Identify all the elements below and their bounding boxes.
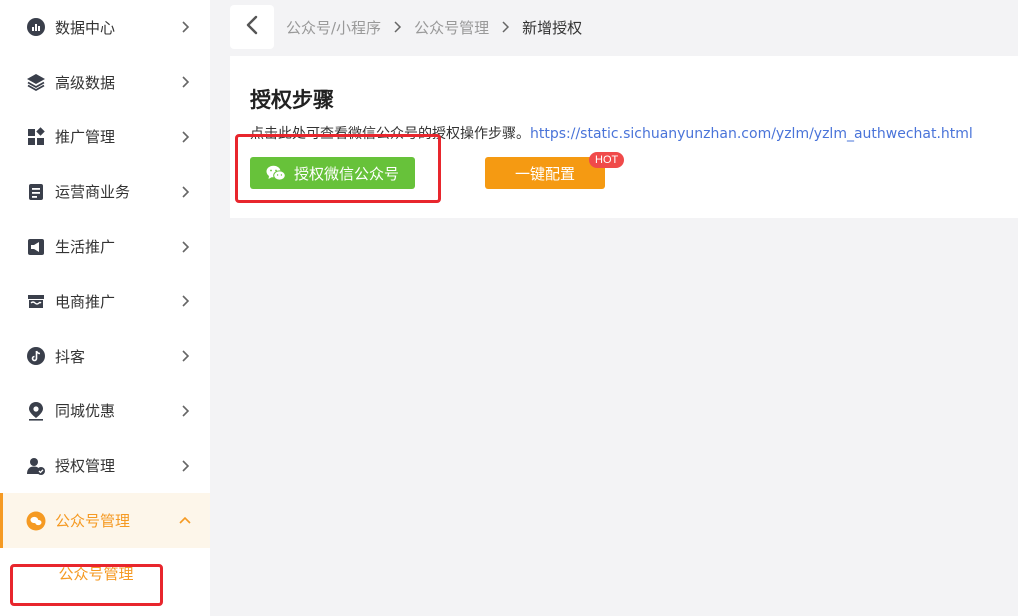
page-title: 授权步骤 bbox=[250, 88, 334, 112]
chart-circle-icon bbox=[26, 17, 46, 37]
authorization-panel: 授权步骤 点击此处可查看微信公众号的授权操作步骤。https://static.… bbox=[230, 56, 1018, 218]
chevron-right-icon bbox=[178, 185, 192, 199]
sidebar-item-label: 电商推广 bbox=[55, 292, 116, 311]
submenu-item-label: 公众号管理 bbox=[58, 565, 134, 584]
breadcrumb-item[interactable]: 公众号/小程序 bbox=[286, 17, 381, 38]
chevron-right-icon bbox=[178, 130, 192, 144]
sidebar-item-label: 生活推广 bbox=[55, 238, 116, 257]
sidebar-item-label: 授权管理 bbox=[55, 457, 116, 476]
chevron-right-icon bbox=[178, 349, 192, 363]
wechat-icon bbox=[26, 511, 46, 531]
chevron-right-icon bbox=[178, 294, 192, 308]
grid-icon bbox=[26, 127, 46, 147]
sidebar-item-advanced-data[interactable]: 高级数据 bbox=[0, 55, 210, 110]
chevron-left-icon bbox=[245, 15, 259, 39]
location-pin-icon bbox=[26, 401, 46, 421]
store-icon bbox=[26, 291, 46, 311]
chevron-right-icon bbox=[178, 459, 192, 473]
sidebar-item-label: 公众号管理 bbox=[55, 512, 131, 531]
sidebar-item-label: 运营商业务 bbox=[55, 183, 131, 202]
user-check-icon bbox=[26, 456, 46, 476]
breadcrumb-current: 新增授权 bbox=[522, 18, 583, 37]
sidebar-item-local-discount[interactable]: 同城优惠 bbox=[0, 384, 210, 439]
topbar: 公众号/小程序 公众号管理 新增授权 bbox=[230, 5, 1018, 49]
chevron-up-icon bbox=[178, 514, 192, 528]
megaphone-icon bbox=[26, 237, 46, 257]
sidebar-item-label: 抖客 bbox=[55, 347, 86, 366]
authorize-wechat-label: 授权微信公众号 bbox=[293, 164, 399, 183]
sidebar-item-authorization-management[interactable]: 授权管理 bbox=[0, 438, 210, 493]
sidebar-item-label: 推广管理 bbox=[55, 128, 116, 147]
chevron-right-icon bbox=[393, 21, 402, 33]
sidebar-item-label: 同城优惠 bbox=[55, 402, 116, 421]
sidebar-item-douke[interactable]: 抖客 bbox=[0, 329, 210, 384]
one-click-config-button[interactable]: 一键配置 bbox=[485, 157, 605, 189]
tiktok-icon bbox=[26, 346, 46, 366]
sidebar-item-ecommerce-promotion[interactable]: 电商推广 bbox=[0, 274, 210, 329]
sidebar-item-label: 高级数据 bbox=[55, 73, 116, 92]
one-click-config-label: 一键配置 bbox=[514, 164, 575, 183]
sidebar-item-label: 数据中心 bbox=[55, 18, 116, 37]
submenu-item-official-account-management[interactable]: 公众号管理 bbox=[0, 548, 210, 600]
back-button[interactable] bbox=[230, 5, 274, 49]
authorize-wechat-button[interactable]: 授权微信公众号 bbox=[250, 157, 415, 189]
instructions-text: 点击此处可查看微信公众号的授权操作步骤。https://static.sichu… bbox=[250, 123, 973, 143]
sidebar: 数据中心 高级数据 推广管理 运营商业务 生活推广 电商推广 抖客 同城优惠 授… bbox=[0, 0, 210, 616]
layers-icon bbox=[26, 72, 46, 92]
instructions-link[interactable]: https://static.sichuanyunzhan.com/yzlm/y… bbox=[530, 126, 973, 142]
document-icon bbox=[26, 182, 46, 202]
sidebar-item-official-account-management[interactable]: 公众号管理 bbox=[0, 493, 210, 548]
breadcrumb-item[interactable]: 公众号管理 bbox=[414, 17, 489, 38]
chevron-right-icon bbox=[178, 240, 192, 254]
instructions-prefix: 点击此处可查看微信公众号的授权操作步骤。 bbox=[250, 126, 530, 142]
chevron-right-icon bbox=[178, 404, 192, 418]
sidebar-item-operator-business[interactable]: 运营商业务 bbox=[0, 164, 210, 219]
sidebar-item-data-center[interactable]: 数据中心 bbox=[0, 0, 210, 55]
hot-badge: HOT bbox=[589, 152, 625, 168]
sidebar-item-promotion-management[interactable]: 推广管理 bbox=[0, 110, 210, 165]
chevron-right-icon bbox=[178, 75, 192, 89]
chevron-right-icon bbox=[178, 20, 192, 34]
breadcrumb: 公众号/小程序 公众号管理 新增授权 bbox=[286, 17, 582, 38]
sidebar-item-life-promotion[interactable]: 生活推广 bbox=[0, 219, 210, 274]
chevron-right-icon bbox=[501, 21, 510, 33]
wechat-icon bbox=[266, 165, 286, 182]
